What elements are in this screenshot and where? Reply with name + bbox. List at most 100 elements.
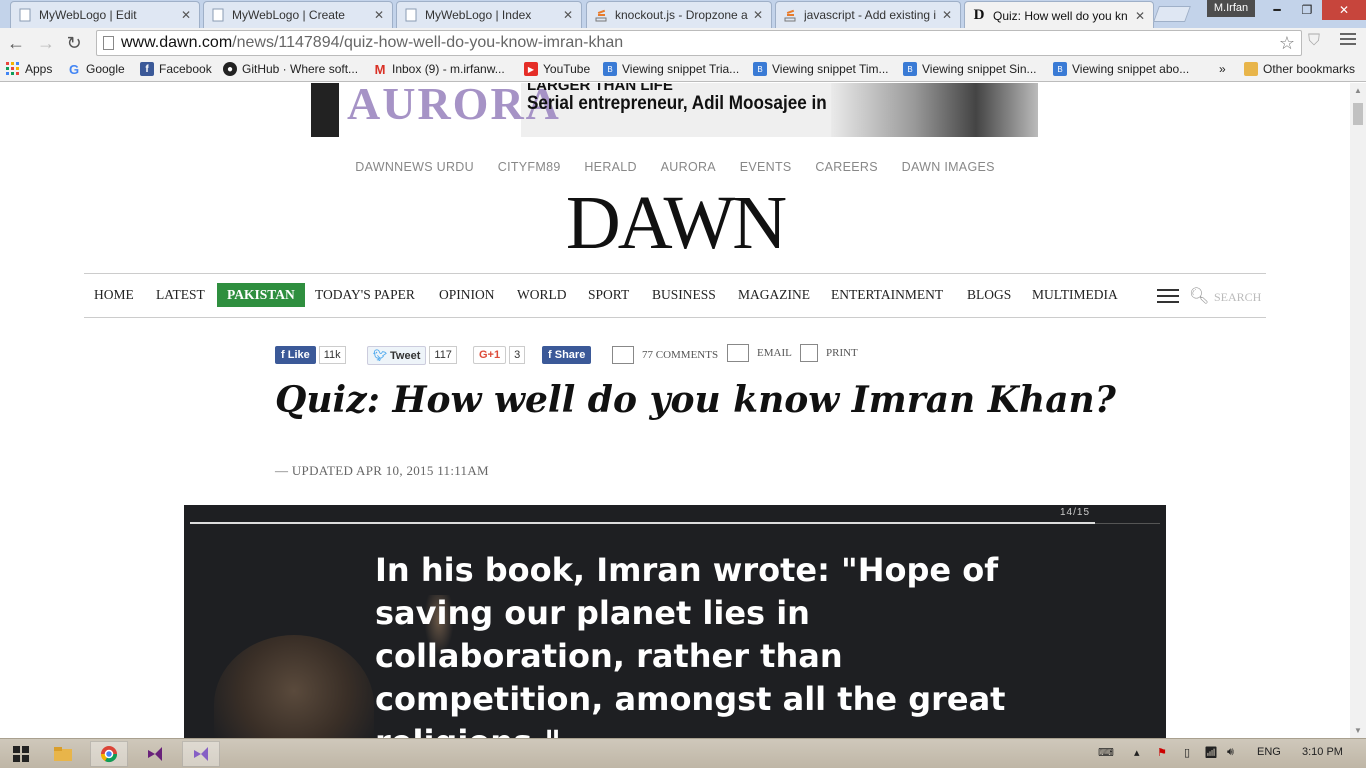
- file-explorer-icon[interactable]: [46, 741, 80, 767]
- bookmark-youtube[interactable]: ▶ YouTube: [524, 62, 590, 76]
- dawn-masthead-logo[interactable]: DAWN: [0, 185, 1350, 261]
- close-icon[interactable]: ✕: [1133, 9, 1147, 23]
- bookmark-google[interactable]: G Google: [67, 62, 125, 77]
- network-link[interactable]: AURORA: [661, 160, 716, 174]
- bookmark-snippet-4[interactable]: B Viewing snippet abo...: [1053, 62, 1189, 76]
- nav-latest[interactable]: LATEST: [156, 287, 205, 303]
- tray-expand-icon[interactable]: ▴: [1134, 746, 1140, 759]
- back-icon[interactable]: ←: [4, 32, 28, 54]
- address-bar[interactable]: www.dawn.com/news/1147894/quiz-how-well-…: [96, 30, 1302, 56]
- clock[interactable]: 3:10 PM: [1302, 746, 1343, 758]
- keyboard-icon[interactable]: ⌨: [1098, 746, 1114, 759]
- stackoverflow-icon: [593, 7, 609, 23]
- nav-blogs[interactable]: BLOGS: [967, 287, 1011, 303]
- tab-title: MyWebLogo | Index: [425, 8, 532, 22]
- nav-sport[interactable]: SPORT: [588, 287, 629, 303]
- bookmarks-overflow[interactable]: »: [1219, 62, 1226, 76]
- search-input[interactable]: SEARCH: [1214, 290, 1261, 305]
- volume-icon[interactable]: 🔊︎: [1227, 746, 1234, 759]
- nav-todays-paper[interactable]: TODAY'S PAPER: [315, 287, 415, 303]
- bookmark-github[interactable]: ● GitHub · Where soft...: [223, 62, 358, 76]
- chrome-icon[interactable]: [90, 741, 128, 767]
- network-link[interactable]: DAWN IMAGES: [902, 160, 995, 174]
- apps-grid-icon: [6, 62, 20, 76]
- gplus-widget[interactable]: G+1 3: [473, 345, 526, 365]
- facebook-share-widget[interactable]: f Share: [542, 345, 592, 365]
- nav-business[interactable]: BUSINESS: [652, 287, 716, 303]
- web-page: AURORA LARGER THAN LIFE Serial entrepren…: [0, 83, 1350, 738]
- minimize-icon[interactable]: ━: [1262, 0, 1292, 20]
- flag-alert-icon[interactable]: ⚑: [1157, 746, 1167, 759]
- network-link[interactable]: DAWNNEWS URDU: [355, 160, 474, 174]
- forward-icon[interactable]: →: [34, 32, 58, 54]
- new-tab-button[interactable]: [1153, 6, 1191, 22]
- close-icon[interactable]: ✕: [179, 8, 193, 22]
- visual-studio-alt-icon[interactable]: [182, 741, 220, 767]
- network-link[interactable]: EVENTS: [740, 160, 792, 174]
- aurora-ad-banner[interactable]: AURORA LARGER THAN LIFE Serial entrepren…: [311, 83, 1038, 137]
- tab-mywebllogo-create[interactable]: MyWebLogo | Create ✕: [203, 1, 393, 28]
- close-icon[interactable]: ✕: [940, 8, 954, 22]
- close-window-icon[interactable]: ✕: [1322, 0, 1366, 20]
- tweet-label: Tweet: [390, 349, 421, 362]
- network-link[interactable]: HERALD: [584, 160, 637, 174]
- tab-dawn-quiz[interactable]: D Quiz: How well do you kn ✕: [964, 1, 1154, 29]
- tab-javascript[interactable]: javascript - Add existing i ✕: [775, 1, 961, 28]
- network-link[interactable]: CITYFM89: [498, 160, 561, 174]
- nav-opinion[interactable]: OPINION: [439, 287, 495, 303]
- bookmark-inbox[interactable]: M Inbox (9) - m.irfanw...: [373, 62, 505, 77]
- scroll-thumb[interactable]: [1353, 103, 1363, 125]
- other-bookmarks[interactable]: Other bookmarks: [1244, 62, 1355, 76]
- browser-toolbar: ← → ↻ www.dawn.com/news/1147894/quiz-how…: [0, 28, 1366, 58]
- nav-pakistan[interactable]: PAKISTAN: [217, 283, 305, 307]
- quiz-card[interactable]: 14/15 In his book, Imran wrote: "Hope of…: [184, 505, 1166, 738]
- tweet-button[interactable]: 🐦︎ Tweet: [367, 345, 427, 365]
- page-scrollbar[interactable]: ▲ ▼: [1350, 83, 1366, 738]
- language-indicator[interactable]: ENG: [1257, 746, 1281, 758]
- nav-home[interactable]: HOME: [94, 287, 134, 303]
- gplus-button[interactable]: G+1: [473, 346, 507, 364]
- network-link[interactable]: CAREERS: [815, 160, 878, 174]
- scroll-up-icon[interactable]: ▲: [1354, 86, 1362, 95]
- visual-studio-icon[interactable]: [136, 741, 174, 767]
- bookmark-label: Facebook: [159, 62, 212, 76]
- print-link[interactable]: PRINT: [800, 343, 858, 363]
- comments-link[interactable]: 77 COMMENTS: [612, 345, 718, 365]
- bookmark-snippet-1[interactable]: B Viewing snippet Tria...: [603, 62, 739, 76]
- like-count: 11k: [318, 346, 346, 364]
- shield-icon[interactable]: ⛉: [1308, 32, 1320, 50]
- network-icon[interactable]: 📶︎: [1204, 746, 1218, 759]
- tab-knockout[interactable]: knockout.js - Dropzone a ✕: [586, 1, 772, 28]
- restore-icon[interactable]: ❐: [1292, 0, 1322, 20]
- nav-entertainment[interactable]: ENTERTAINMENT: [831, 287, 943, 303]
- hamburger-menu-icon[interactable]: [1157, 289, 1179, 307]
- tab-mywebllogo-index[interactable]: MyWebLogo | Index ✕: [396, 1, 582, 28]
- nav-multimedia[interactable]: MULTIMEDIA: [1032, 287, 1118, 303]
- email-link[interactable]: EMAIL: [727, 343, 792, 363]
- nav-magazine[interactable]: MAGAZINE: [738, 287, 810, 303]
- tab-mywebllogo-edit[interactable]: MyWebLogo | Edit ✕: [10, 1, 200, 28]
- facebook-like-button[interactable]: f Like: [275, 346, 316, 364]
- profile-name[interactable]: M.Irfan: [1207, 0, 1255, 17]
- scroll-down-icon[interactable]: ▼: [1354, 726, 1362, 735]
- facebook-share-button[interactable]: f Share: [542, 346, 592, 364]
- bookmark-star-icon[interactable]: ☆: [1279, 31, 1295, 55]
- bookmark-apps[interactable]: Apps: [6, 62, 52, 76]
- menu-icon[interactable]: [1340, 33, 1356, 48]
- snippet-icon: B: [603, 62, 617, 76]
- bookmark-facebook[interactable]: f Facebook: [140, 62, 212, 76]
- facebook-like-widget[interactable]: f Like 11k: [275, 345, 346, 365]
- start-windows-icon[interactable]: [6, 741, 36, 767]
- quiz-counter: 14/15: [1060, 507, 1091, 518]
- battery-icon[interactable]: ▯: [1184, 746, 1190, 759]
- close-icon[interactable]: ✕: [372, 8, 386, 22]
- gplus-count: 3: [509, 346, 526, 364]
- close-icon[interactable]: ✕: [561, 8, 575, 22]
- nav-world[interactable]: WORLD: [517, 287, 567, 303]
- close-icon[interactable]: ✕: [751, 8, 765, 22]
- bookmark-snippet-3[interactable]: B Viewing snippet Sin...: [903, 62, 1037, 76]
- tweet-widget[interactable]: 🐦︎ Tweet 117: [367, 345, 457, 365]
- reload-icon[interactable]: ↻: [62, 32, 86, 54]
- bookmark-snippet-2[interactable]: B Viewing snippet Tim...: [753, 62, 889, 76]
- search-icon[interactable]: 🔍︎: [1189, 286, 1209, 306]
